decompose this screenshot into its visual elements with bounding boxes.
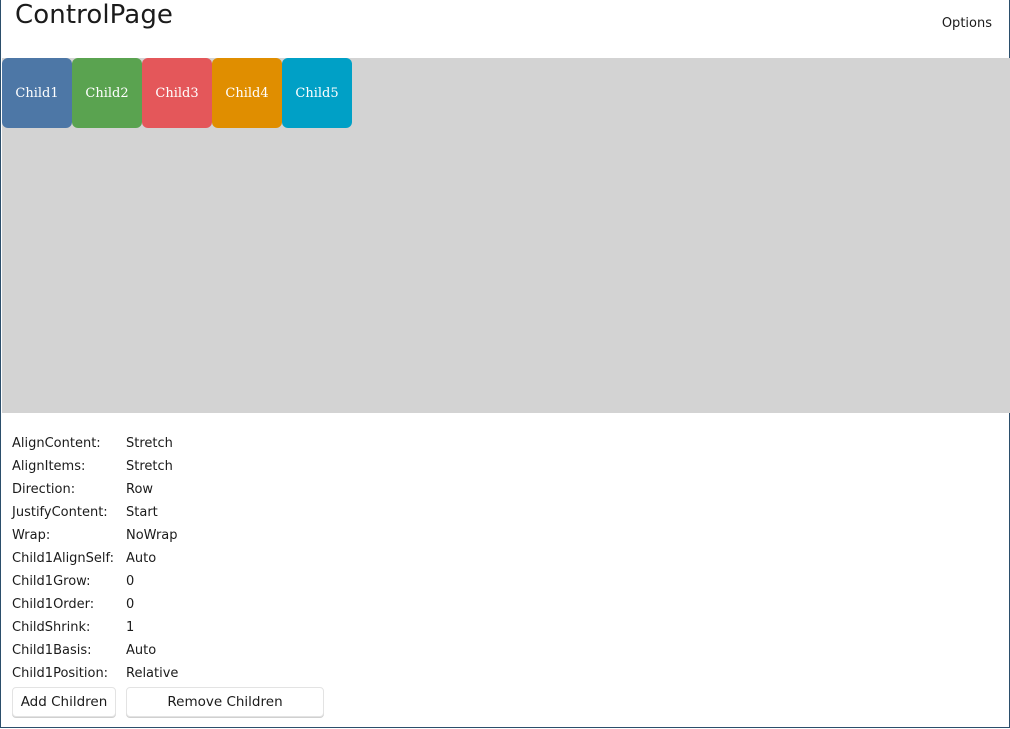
prop-value: Auto — [126, 551, 157, 566]
prop-row-child1-basis: Child1Basis: Auto — [12, 639, 178, 662]
prop-label: Direction: — [12, 482, 76, 497]
prop-row-direction: Direction: Row — [12, 478, 178, 501]
prop-label: Wrap: — [12, 528, 51, 543]
prop-label: ChildShrink: — [12, 620, 91, 635]
prop-row-align-content: AlignContent: Stretch — [12, 432, 178, 455]
remove-children-button[interactable]: Remove Children — [126, 687, 324, 717]
flex-container: Child1 Child2 Child3 Child4 Child5 — [2, 58, 1010, 413]
prop-row-child1-order: Child1Order: 0 — [12, 593, 178, 616]
prop-value: 0 — [126, 597, 135, 612]
prop-value: Stretch — [126, 436, 173, 451]
prop-label: AlignItems: — [12, 459, 86, 474]
child-4[interactable]: Child4 — [212, 58, 282, 128]
prop-value: 0 — [126, 574, 135, 589]
prop-label: Child1Basis: — [12, 643, 92, 658]
prop-label: AlignContent: — [12, 436, 101, 451]
prop-row-justify-content: JustifyContent: Start — [12, 501, 178, 524]
child-2[interactable]: Child2 — [72, 58, 142, 128]
options-button[interactable]: Options — [942, 16, 992, 31]
prop-value: Row — [126, 482, 154, 497]
prop-value: Auto — [126, 643, 157, 658]
prop-value: 1 — [126, 620, 135, 635]
prop-label: Child1AlignSelf: — [12, 551, 115, 566]
prop-value: Relative — [126, 666, 179, 681]
prop-row-child1-align-self: Child1AlignSelf: Auto — [12, 547, 178, 570]
prop-label: Child1Grow: — [12, 574, 91, 589]
prop-row-child-shrink: ChildShrink: 1 — [12, 616, 178, 639]
child-1[interactable]: Child1 — [2, 58, 72, 128]
prop-row-child1-grow: Child1Grow: 0 — [12, 570, 178, 593]
prop-value: Start — [126, 505, 158, 520]
properties-panel: AlignContent: Stretch AlignItems: Stretc… — [12, 432, 178, 685]
app-window: ControlPage Options Child1 Child2 Child3… — [0, 0, 1010, 728]
prop-label: Child1Position: — [12, 666, 109, 681]
child-5[interactable]: Child5 — [282, 58, 352, 128]
prop-row-child1-position: Child1Position: Relative — [12, 662, 178, 685]
prop-row-align-items: AlignItems: Stretch — [12, 455, 178, 478]
child-3[interactable]: Child3 — [142, 58, 212, 128]
prop-value: Stretch — [126, 459, 173, 474]
prop-row-wrap: Wrap: NoWrap — [12, 524, 178, 547]
page-title: ControlPage — [15, 0, 174, 30]
prop-label: Child1Order: — [12, 597, 95, 612]
prop-label: JustifyContent: — [12, 505, 108, 520]
add-children-button[interactable]: Add Children — [12, 687, 116, 717]
prop-value: NoWrap — [126, 528, 178, 543]
